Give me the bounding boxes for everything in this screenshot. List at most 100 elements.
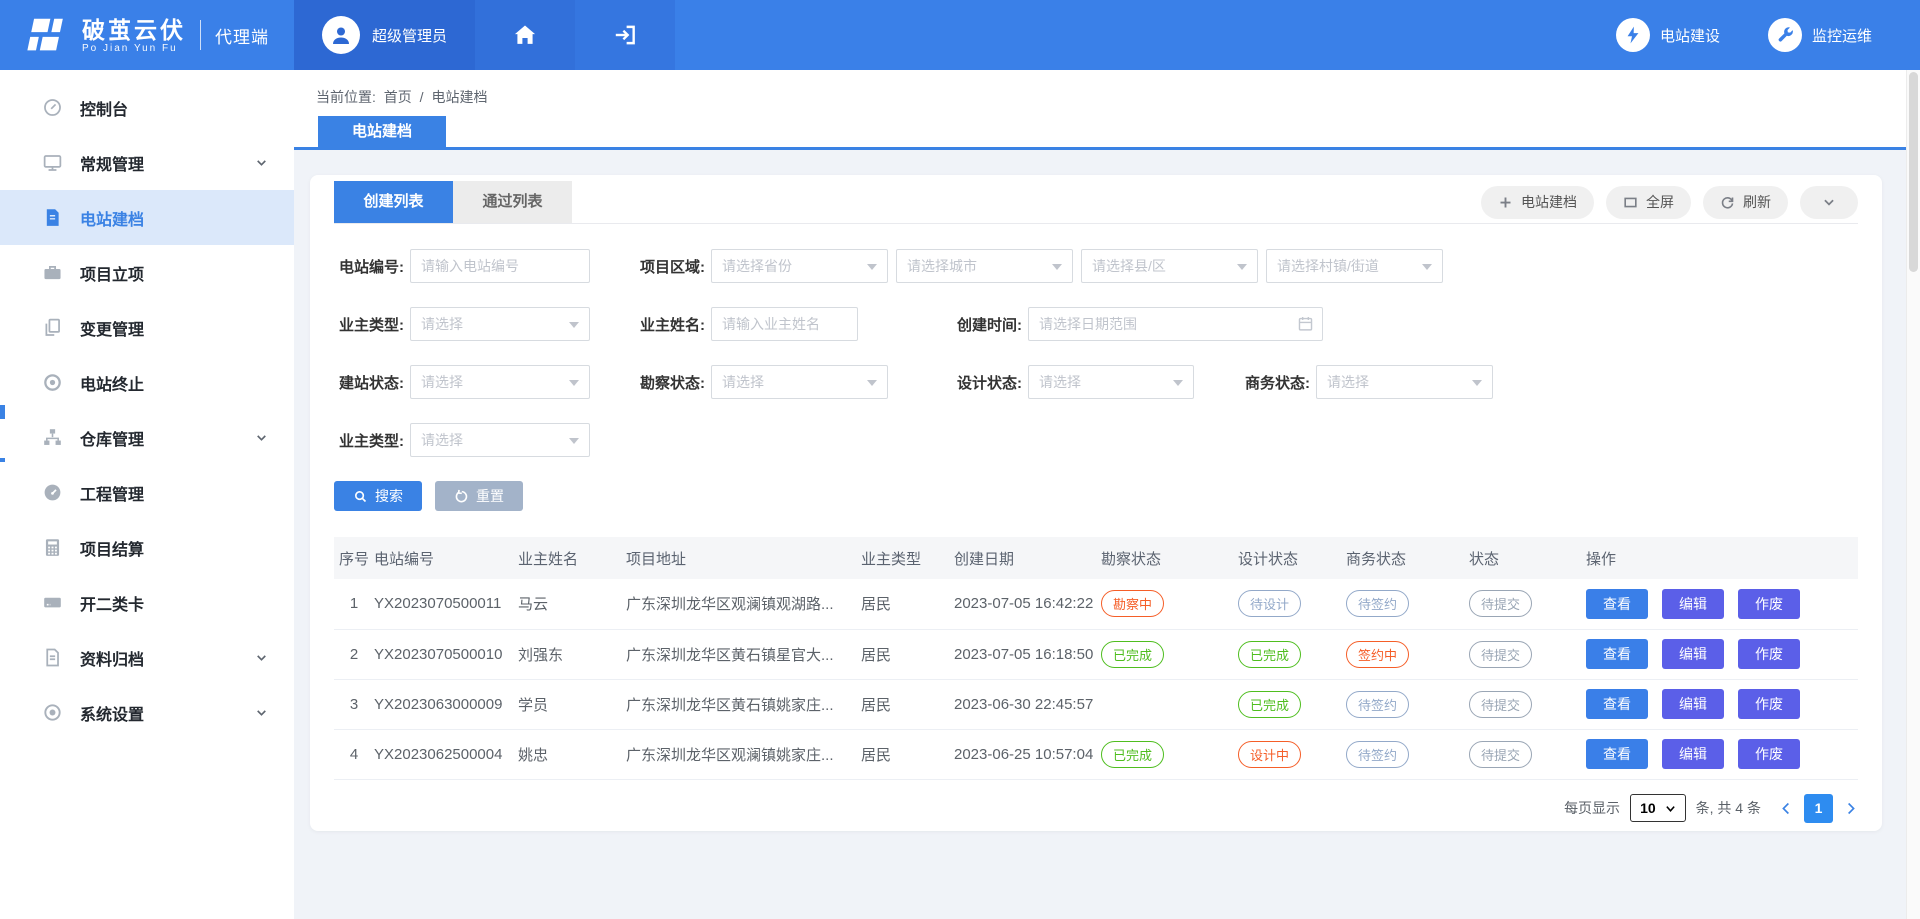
county-select[interactable]: 请选择县/区 xyxy=(1081,249,1258,283)
username: 超级管理员 xyxy=(372,25,447,46)
build-status-select[interactable]: 请选择 xyxy=(410,365,590,399)
per-page-select[interactable]: 10 xyxy=(1630,794,1686,822)
status-badge: 待签约 xyxy=(1346,691,1409,718)
city-select[interactable]: 请选择城市 xyxy=(896,249,1073,283)
fullscreen-button[interactable]: 全屏 xyxy=(1606,186,1691,219)
total-count-label: 条, 共 4 条 xyxy=(1696,798,1761,818)
search-button[interactable]: 搜索 xyxy=(334,481,422,511)
sidebar-item-label: 项目立项 xyxy=(80,261,144,285)
status-badge: 待提交 xyxy=(1469,691,1532,718)
owner-name-label: 业主姓名: xyxy=(635,314,711,335)
status-badge: 待签约 xyxy=(1346,741,1409,768)
sidebar-item-settlement[interactable]: 项目结算 xyxy=(0,520,294,575)
sidebar-item-console[interactable]: 控制台 xyxy=(0,80,294,135)
sidebar-item-type2-card[interactable]: 开二类卡 xyxy=(0,575,294,630)
status-badge: 待设计 xyxy=(1238,590,1301,617)
status-badge: 待签约 xyxy=(1346,590,1409,617)
reset-button[interactable]: 重置 xyxy=(435,481,523,511)
nav-monitor-ops-label: 监控运维 xyxy=(1812,25,1872,46)
sidebar-item-system-settings[interactable]: 系统设置 xyxy=(0,685,294,740)
prev-page-button[interactable] xyxy=(1779,801,1794,816)
document-icon xyxy=(42,207,63,228)
edit-button[interactable]: 编辑 xyxy=(1662,639,1724,669)
brand-title: 破茧云伏 xyxy=(82,17,186,43)
refresh-icon xyxy=(1720,195,1735,210)
owner-type-select[interactable]: 请选择 xyxy=(410,307,590,341)
sidebar: 控制台 常规管理 电站建档 项目立项 xyxy=(0,70,294,919)
main-panel: 创建列表 通过列表 电站建档 全屏 xyxy=(310,175,1882,831)
user-menu[interactable]: 超级管理员 xyxy=(294,0,475,70)
scrollbar-thumb[interactable] xyxy=(1909,72,1918,272)
home-button[interactable] xyxy=(475,0,575,70)
region-label: 项目区域: xyxy=(635,256,711,277)
brand-logo: 破茧云伏 Po Jian Yun Fu 代理端 xyxy=(0,0,294,70)
sidebar-item-station-archive[interactable]: 电站建档 xyxy=(0,190,294,245)
view-button[interactable]: 查看 xyxy=(1586,689,1648,719)
logout-button[interactable] xyxy=(575,0,675,70)
logout-icon xyxy=(612,22,638,48)
view-button[interactable]: 查看 xyxy=(1586,589,1648,619)
view-button[interactable]: 查看 xyxy=(1586,739,1648,769)
fullscreen-icon xyxy=(1623,195,1638,210)
breadcrumb-home[interactable]: 首页 xyxy=(384,89,412,105)
nav-monitor-ops[interactable]: 监控运维 xyxy=(1768,18,1872,52)
nav-station-build[interactable]: 电站建设 xyxy=(1616,18,1720,52)
next-page-button[interactable] xyxy=(1843,801,1858,816)
sidebar-item-change-mgmt[interactable]: 变更管理 xyxy=(0,300,294,355)
date-range-input[interactable]: 请选择日期范围 xyxy=(1028,307,1323,341)
page-number-1[interactable]: 1 xyxy=(1804,794,1833,823)
status-badge: 待提交 xyxy=(1469,741,1532,768)
create-station-button[interactable]: 电站建档 xyxy=(1481,186,1594,219)
user-icon xyxy=(329,23,353,47)
business-status-select[interactable]: 请选择 xyxy=(1316,365,1493,399)
sitemap-icon xyxy=(42,427,63,448)
sidebar-item-engineering[interactable]: 工程管理 xyxy=(0,465,294,520)
void-button[interactable]: 作废 xyxy=(1738,589,1800,619)
top-header: 破茧云伏 Po Jian Yun Fu 代理端 超级管理员 xyxy=(0,0,1920,70)
sidebar-item-station-terminate[interactable]: 电站终止 xyxy=(0,355,294,410)
tab-passed-list[interactable]: 通过列表 xyxy=(453,181,572,223)
card-icon xyxy=(42,592,63,613)
view-button[interactable]: 查看 xyxy=(1586,639,1648,669)
owner-type-label: 业主类型: xyxy=(334,314,410,335)
province-select[interactable]: 请选择省份 xyxy=(711,249,888,283)
survey-status-select[interactable]: 请选择 xyxy=(711,365,888,399)
sidebar-item-warehouse[interactable]: 仓库管理 xyxy=(0,410,294,465)
void-button[interactable]: 作废 xyxy=(1738,739,1800,769)
sidebar-item-data-archive[interactable]: 资料归档 xyxy=(0,630,294,685)
edit-button[interactable]: 编辑 xyxy=(1662,739,1724,769)
page-scrollbar[interactable] xyxy=(1906,70,1920,919)
briefcase-icon xyxy=(42,262,63,283)
sidebar-item-label: 工程管理 xyxy=(80,481,144,505)
station-no-input[interactable] xyxy=(410,249,590,283)
status-badge: 已完成 xyxy=(1101,741,1164,768)
design-status-select[interactable]: 请选择 xyxy=(1028,365,1194,399)
col-no: 序号 xyxy=(334,537,374,579)
header-divider xyxy=(200,20,201,50)
chevron-down-icon xyxy=(255,431,268,444)
col-created: 创建日期 xyxy=(954,537,1101,579)
sidebar-item-general-mgmt[interactable]: 常规管理 xyxy=(0,135,294,190)
edit-button[interactable]: 编辑 xyxy=(1662,689,1724,719)
chevron-down-icon xyxy=(1665,803,1676,814)
sidebar-scroll-mark xyxy=(0,458,5,462)
void-button[interactable]: 作废 xyxy=(1738,689,1800,719)
collapse-button[interactable] xyxy=(1800,186,1858,219)
void-button[interactable]: 作废 xyxy=(1738,639,1800,669)
record-icon xyxy=(42,372,63,393)
page-tab-station-archive[interactable]: 电站建档 xyxy=(318,116,446,147)
home-icon xyxy=(512,22,538,48)
refresh-button[interactable]: 刷新 xyxy=(1703,186,1788,219)
owner-name-input[interactable] xyxy=(711,307,858,341)
sidebar-item-project-init[interactable]: 项目立项 xyxy=(0,245,294,300)
tab-create-list[interactable]: 创建列表 xyxy=(334,181,453,223)
table-row: 2 YX2023070500010 刘强东 广东深圳龙华区黄石镇星官大... 居… xyxy=(334,629,1858,679)
edit-button[interactable]: 编辑 xyxy=(1662,589,1724,619)
owner-type2-label: 业主类型: xyxy=(334,430,410,451)
build-status-label: 建站状态: xyxy=(334,372,410,393)
design-status-label: 设计状态: xyxy=(952,372,1028,393)
town-select[interactable]: 请选择村镇/街道 xyxy=(1266,249,1443,283)
owner-type2-select[interactable]: 请选择 xyxy=(410,423,590,457)
pagination: 每页显示 10 条, 共 4 条 1 xyxy=(334,794,1858,823)
col-design: 设计状态 xyxy=(1238,537,1346,579)
